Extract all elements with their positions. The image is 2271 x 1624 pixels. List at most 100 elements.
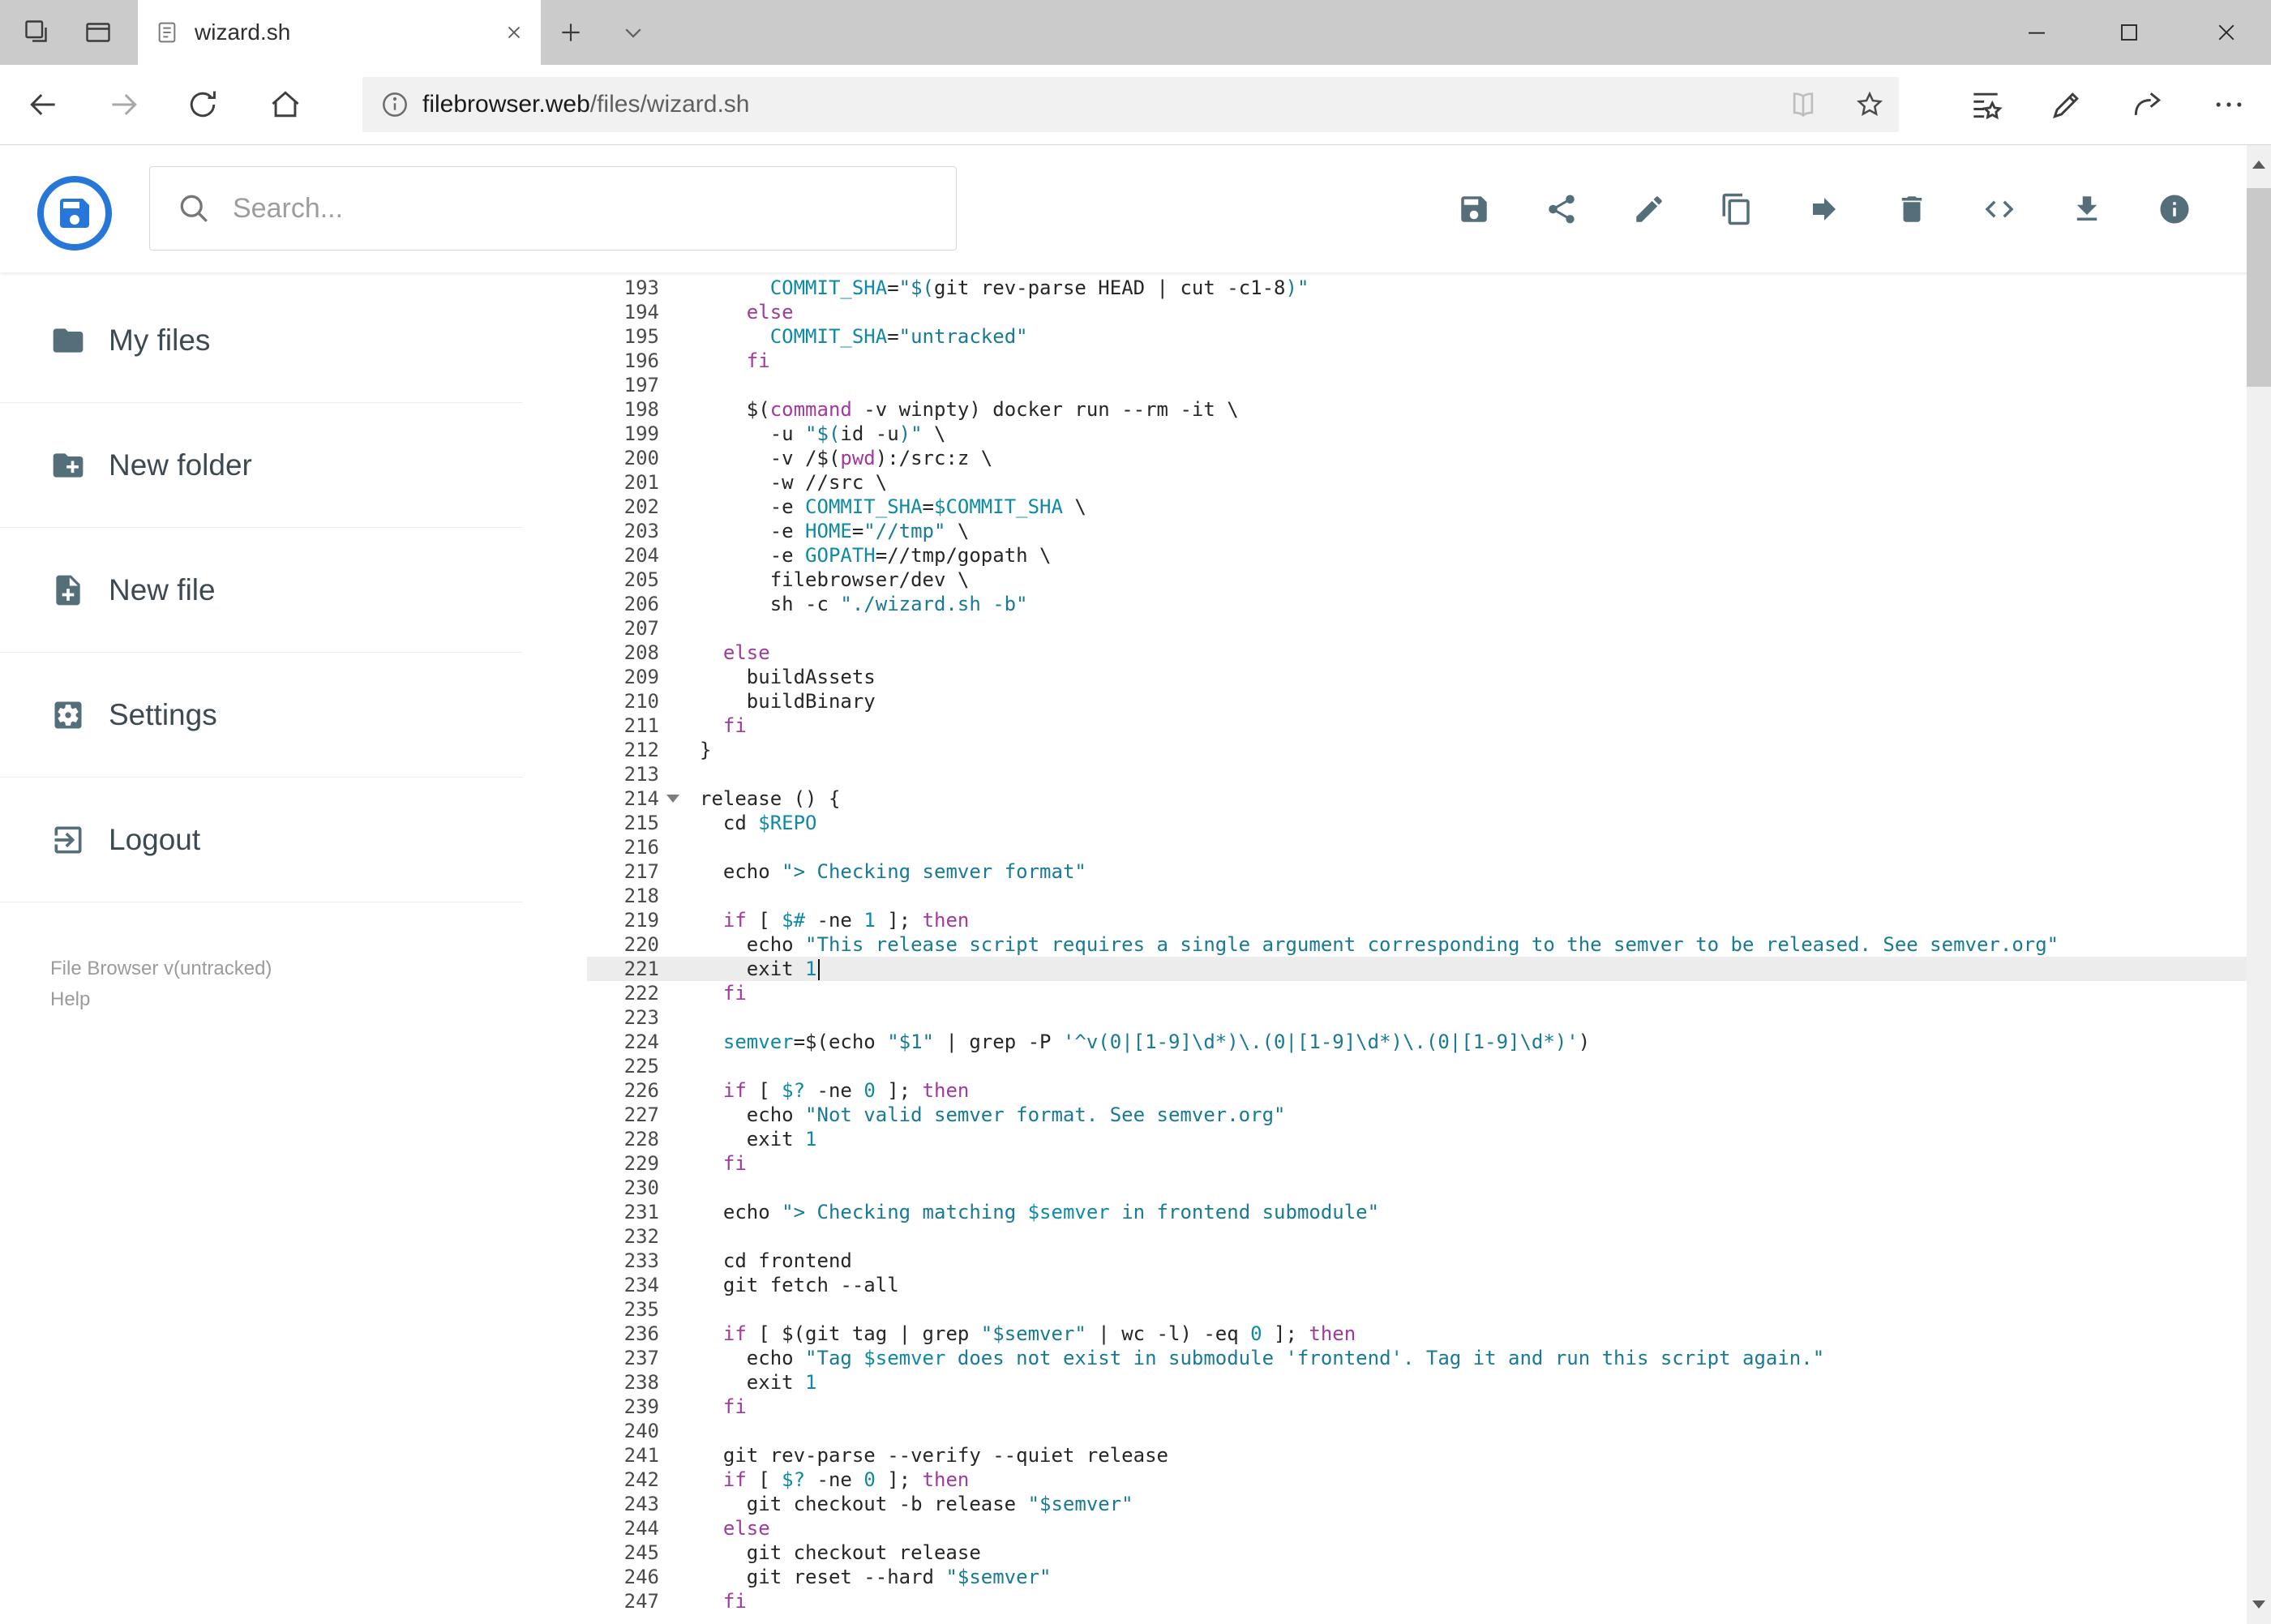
back-icon[interactable] (25, 87, 61, 122)
editor-row[interactable]: 198 $(command -v winpty) docker run --rm… (587, 397, 2247, 422)
editor-row[interactable]: 225 (587, 1054, 2247, 1078)
scroll-down-arrow[interactable] (2247, 1585, 2271, 1624)
address-bar[interactable]: filebrowser.web/files/wizard.sh (362, 77, 1899, 132)
tab-list-chevron-icon[interactable] (621, 20, 645, 45)
editor-row[interactable]: 238 exit 1 (587, 1370, 2247, 1395)
editor-row[interactable]: 232 (587, 1224, 2247, 1249)
editor-row[interactable]: 203 -e HOME="//tmp" \ (587, 519, 2247, 543)
sidebar-item-logout[interactable]: Logout (0, 778, 523, 902)
editor-row[interactable]: 228 exit 1 (587, 1127, 2247, 1151)
editor-row[interactable]: 217 echo "> Checking semver format" (587, 859, 2247, 884)
scrollbar[interactable] (2247, 145, 2271, 1624)
copy-button[interactable] (1720, 192, 1754, 226)
editor-row[interactable]: 243 git checkout -b release "$semver" (587, 1492, 2247, 1516)
editor-row[interactable]: 230 (587, 1176, 2247, 1200)
favorite-star-icon[interactable] (1853, 88, 1886, 121)
tab-close-icon[interactable] (503, 22, 525, 43)
refresh-icon[interactable] (185, 87, 221, 122)
save-button[interactable] (1457, 192, 1491, 226)
delete-button[interactable] (1895, 192, 1929, 226)
editor-row[interactable]: 202 -e COMMIT_SHA=$COMMIT_SHA \ (587, 495, 2247, 519)
set-tabs-aside-icon[interactable] (23, 18, 52, 47)
sidebar-item-my-files[interactable]: My files (0, 278, 523, 403)
rename-button[interactable] (1632, 192, 1666, 226)
editor-row[interactable]: 224 semver=$(echo "$1" | grep -P '^v(0|[… (587, 1030, 2247, 1054)
editor-row[interactable]: 219 if [ $# -ne 1 ]; then (587, 908, 2247, 932)
editor-row[interactable]: 218 (587, 884, 2247, 908)
help-link[interactable]: Help (50, 984, 272, 1015)
editor-row[interactable]: 216 (587, 835, 2247, 859)
forward-icon[interactable] (106, 87, 142, 122)
editor-row[interactable]: 193 COMMIT_SHA="$(git rev-parse HEAD | c… (587, 276, 2247, 300)
editor-row[interactable]: 211 fi (587, 713, 2247, 738)
editor-row[interactable]: 222 fi (587, 981, 2247, 1005)
editor-row[interactable]: 208 else (587, 641, 2247, 665)
code-editor[interactable]: 193 COMMIT_SHA="$(git rev-parse HEAD | c… (587, 272, 2247, 1624)
raw-code-button[interactable] (1982, 192, 2016, 226)
web-note-pen-icon[interactable] (2049, 87, 2085, 122)
sidebar-item-new-file[interactable]: New file (0, 528, 523, 653)
sidebar-item-settings[interactable]: Settings (0, 653, 523, 778)
editor-row[interactable]: 197 (587, 373, 2247, 397)
editor-row[interactable]: 213 (587, 762, 2247, 786)
editor-row[interactable]: 201 -w //src \ (587, 470, 2247, 495)
editor-row[interactable]: 204 -e GOPATH=//tmp/gopath \ (587, 543, 2247, 568)
editor-row[interactable]: 239 fi (587, 1395, 2247, 1419)
editor-row[interactable]: 244 else (587, 1516, 2247, 1540)
editor-row[interactable]: 215 cd $REPO (587, 811, 2247, 835)
share-button[interactable] (1545, 192, 1579, 226)
close-button[interactable] (2181, 0, 2271, 65)
more-options-icon[interactable] (2211, 87, 2247, 122)
editor-row[interactable]: 235 (587, 1297, 2247, 1322)
editor-row[interactable]: 194 else (587, 300, 2247, 324)
editor-row[interactable]: 206 sh -c "./wizard.sh -b" (587, 592, 2247, 616)
editor-row[interactable]: 209 buildAssets (587, 665, 2247, 689)
editor-row[interactable]: 205 filebrowser/dev \ (587, 568, 2247, 592)
scrollbar-thumb[interactable] (2247, 188, 2271, 387)
sidebar-item-new-folder[interactable]: New folder (0, 403, 523, 528)
editor-row[interactable]: 214 release () { (587, 786, 2247, 811)
hub-favorites-icon[interactable] (1968, 87, 2003, 122)
editor-row[interactable]: 229 fi (587, 1151, 2247, 1176)
editor-row[interactable]: 200 -v /$(pwd):/src:z \ (587, 446, 2247, 470)
search-input[interactable] (233, 192, 930, 225)
editor-row[interactable]: 231 echo "> Checking matching $semver in… (587, 1200, 2247, 1224)
new-tab-button[interactable] (558, 19, 584, 45)
download-button[interactable] (2070, 192, 2104, 226)
editor-row[interactable]: 221 exit 1 (587, 957, 2247, 981)
editor-row[interactable]: 247 fi (587, 1589, 2247, 1613)
home-icon[interactable] (268, 87, 303, 122)
editor-row[interactable]: 237 echo "Tag $semver does not exist in … (587, 1346, 2247, 1370)
fold-toggle-icon[interactable] (666, 795, 679, 803)
editor-row[interactable]: 245 git checkout release (587, 1540, 2247, 1565)
editor-row[interactable]: 234 git fetch --all (587, 1273, 2247, 1297)
share-icon[interactable] (2130, 87, 2166, 122)
editor-row[interactable]: 196 fi (587, 349, 2247, 373)
editor-row[interactable]: 207 (587, 616, 2247, 641)
app-logo[interactable] (37, 176, 112, 251)
editor-row[interactable]: 246 git reset --hard "$semver" (587, 1565, 2247, 1589)
editor-row[interactable]: 199 -u "$(id -u)" \ (587, 422, 2247, 446)
editor-row[interactable]: 227 echo "Not valid semver format. See s… (587, 1103, 2247, 1127)
minimize-button[interactable] (1996, 0, 2077, 65)
scroll-up-arrow[interactable] (2247, 145, 2271, 184)
editor-row[interactable]: 241 git rev-parse --verify --quiet relea… (587, 1443, 2247, 1468)
editor-row[interactable]: 236 if [ $(git tag | grep "$semver" | wc… (587, 1322, 2247, 1346)
editor-row[interactable]: 223 (587, 1005, 2247, 1030)
info-button[interactable] (2157, 192, 2192, 226)
editor-row[interactable]: 233 cd frontend (587, 1249, 2247, 1273)
editor-row[interactable]: 212} (587, 738, 2247, 762)
editor-row[interactable]: 220 echo "This release script requires a… (587, 932, 2247, 957)
maximize-button[interactable] (2089, 0, 2170, 65)
editor-row[interactable]: 240 (587, 1419, 2247, 1443)
browser-tab[interactable]: wizard.sh (138, 0, 541, 65)
move-button[interactable] (1807, 192, 1841, 226)
reading-view-icon[interactable] (1787, 88, 1819, 121)
search-box[interactable] (149, 166, 957, 251)
editor-row[interactable]: 210 buildBinary (587, 689, 2247, 713)
site-info-icon[interactable] (379, 88, 411, 121)
editor-row[interactable]: 242 if [ $? -ne 0 ]; then (587, 1468, 2247, 1492)
editor-row[interactable]: 226 if [ $? -ne 0 ]; then (587, 1078, 2247, 1103)
tab-preview-icon[interactable] (84, 18, 113, 47)
editor-row[interactable]: 195 COMMIT_SHA="untracked" (587, 324, 2247, 349)
